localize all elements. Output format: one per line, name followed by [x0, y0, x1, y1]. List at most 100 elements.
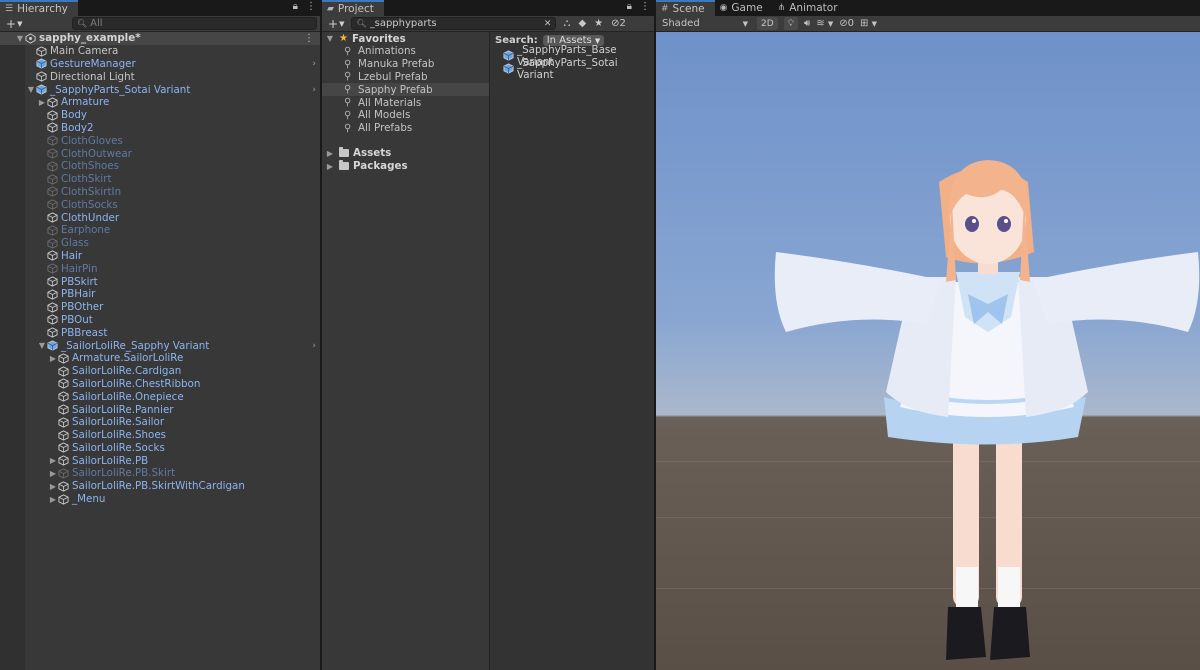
- hierarchy-row[interactable]: PBSkirt: [0, 275, 320, 288]
- hierarchy-row[interactable]: PBOut: [0, 314, 320, 327]
- hierarchy-row[interactable]: ▶ SailorLoliRe.PB: [0, 454, 320, 467]
- gameobject-cube-icon: [47, 199, 61, 211]
- hierarchy-row[interactable]: ClothGloves: [0, 134, 320, 147]
- hierarchy-row[interactable]: SailorLoliRe.Pannier: [0, 403, 320, 416]
- open-prefab-chevron-icon[interactable]: ›: [312, 59, 316, 69]
- hierarchy-row-label: SailorLoliRe.ChestRibbon: [72, 377, 201, 390]
- hierarchy-row[interactable]: ▼ sapphy_example* ⋮: [0, 32, 320, 45]
- hierarchy-row[interactable]: ClothOutwear: [0, 147, 320, 160]
- project-search-input[interactable]: [369, 18, 541, 29]
- tab-hierarchy[interactable]: ☰ Hierarchy: [0, 0, 78, 16]
- scene-viewport[interactable]: [656, 32, 1200, 670]
- hierarchy-row[interactable]: SailorLoliRe.Socks: [0, 442, 320, 455]
- hierarchy-row[interactable]: ClothSocks: [0, 198, 320, 211]
- lock-icon[interactable]: 🔒︎: [627, 1, 632, 12]
- search-result-label: _SapphyParts_Sotai Variant: [517, 56, 618, 81]
- gizmos-dropdown[interactable]: ⊞ ▼: [860, 18, 877, 29]
- project-root-folder[interactable]: ▶ Packages: [322, 160, 489, 173]
- hierarchy-row[interactable]: Directional Light: [0, 70, 320, 83]
- hierarchy-row[interactable]: GestureManager ›: [0, 58, 320, 71]
- favorite-item[interactable]: ⚲ Animations: [322, 45, 489, 58]
- hierarchy-row[interactable]: ClothSkirt: [0, 173, 320, 186]
- collapse-arrow-icon[interactable]: ▼: [26, 85, 36, 94]
- hierarchy-row[interactable]: SailorLoliRe.ChestRibbon: [0, 378, 320, 391]
- clear-search-icon[interactable]: ✕: [544, 19, 552, 29]
- hierarchy-row[interactable]: ▼ _SailorLoliRe_Sapphy Variant ›: [0, 339, 320, 352]
- hierarchy-row[interactable]: SailorLoliRe.Sailor: [0, 416, 320, 429]
- hierarchy-row[interactable]: Earphone: [0, 224, 320, 237]
- project-search[interactable]: 🔍︎ ✕: [351, 17, 557, 30]
- favorites-group[interactable]: ▼ ★ Favorites: [322, 32, 489, 45]
- search-by-type-icon[interactable]: ⛬: [563, 18, 570, 29]
- hierarchy-row[interactable]: PBHair: [0, 288, 320, 301]
- hierarchy-row[interactable]: ClothSkirtIn: [0, 186, 320, 199]
- hierarchy-row[interactable]: HairPin: [0, 262, 320, 275]
- tab-project[interactable]: ▰ Project: [322, 0, 384, 16]
- expand-arrow-icon[interactable]: ▶: [48, 354, 58, 363]
- expand-arrow-icon[interactable]: ▶: [325, 149, 335, 158]
- tab-game[interactable]: ◉ Game: [715, 0, 773, 16]
- hierarchy-row-label: PBBreast: [61, 326, 108, 339]
- hierarchy-row[interactable]: SailorLoliRe.Onepiece: [0, 390, 320, 403]
- scene-visibility-toggle[interactable]: ⊘0: [839, 18, 854, 29]
- collapse-arrow-icon[interactable]: ▼: [15, 34, 25, 43]
- hidden-packages-toggle[interactable]: ⊘2: [611, 18, 626, 29]
- tab-scene[interactable]: # Scene: [656, 0, 715, 16]
- hierarchy-row[interactable]: ▶ Armature.SailorLoliRe: [0, 352, 320, 365]
- hierarchy-row-label: ClothUnder: [61, 211, 120, 224]
- hierarchy-tabbar: ☰ Hierarchy 🔒︎ ⋮: [0, 0, 320, 16]
- favorite-star-icon[interactable]: ★: [594, 18, 603, 29]
- hierarchy-row[interactable]: ▶ SailorLoliRe.PB.SkirtWithCardigan: [0, 480, 320, 493]
- favorite-item[interactable]: ⚲ Manuka Prefab: [322, 58, 489, 71]
- hierarchy-search[interactable]: 🔍︎: [72, 17, 317, 30]
- hierarchy-row[interactable]: SailorLoliRe.Shoes: [0, 429, 320, 442]
- hierarchy-row[interactable]: Body: [0, 109, 320, 122]
- expand-arrow-icon[interactable]: ▼: [325, 34, 335, 43]
- hierarchy-row[interactable]: ▶ SailorLoliRe.PB.Skirt: [0, 467, 320, 480]
- 2d-toggle[interactable]: 2D: [757, 17, 778, 30]
- project-folder-tree: ▼ ★ Favorites ⚲ Animations ⚲ Manuka Prefab ⚲…: [322, 32, 490, 670]
- hierarchy-row[interactable]: ClothUnder: [0, 211, 320, 224]
- favorite-item[interactable]: ⚲ Lzebul Prefab: [322, 71, 489, 84]
- expand-arrow-icon[interactable]: ▶: [48, 469, 58, 478]
- project-add-button[interactable]: + ▼: [325, 17, 347, 31]
- hierarchy-row[interactable]: Glass: [0, 237, 320, 250]
- expand-arrow-icon[interactable]: ▶: [48, 495, 58, 504]
- open-prefab-chevron-icon[interactable]: ›: [312, 85, 316, 95]
- lighting-toggle[interactable]: 💡︎: [783, 17, 798, 30]
- collapse-arrow-icon[interactable]: ▼: [37, 341, 47, 350]
- hierarchy-row[interactable]: PBOther: [0, 301, 320, 314]
- hierarchy-row[interactable]: Body2: [0, 122, 320, 135]
- expand-arrow-icon[interactable]: ▶: [48, 482, 58, 491]
- avatar-model[interactable]: [656, 32, 1200, 670]
- audio-toggle-icon[interactable]: 🔊︎: [804, 18, 810, 29]
- hierarchy-row[interactable]: Hair: [0, 250, 320, 263]
- hierarchy-row[interactable]: ▶ _Menu: [0, 493, 320, 506]
- expand-arrow-icon[interactable]: ▶: [325, 162, 335, 171]
- favorite-item[interactable]: ⚲ Sapphy Prefab: [322, 83, 489, 97]
- hierarchy-search-input[interactable]: [90, 18, 312, 29]
- hierarchy-row[interactable]: Main Camera: [0, 45, 320, 58]
- expand-arrow-icon[interactable]: ▶: [37, 98, 47, 107]
- effects-dropdown[interactable]: ≋ ▼: [816, 18, 833, 29]
- project-root-folder[interactable]: ▶ Assets: [322, 147, 489, 160]
- favorite-item[interactable]: ⚲ All Materials: [322, 96, 489, 109]
- hierarchy-row[interactable]: PBBreast: [0, 326, 320, 339]
- hierarchy-row[interactable]: ▶ Armature: [0, 96, 320, 109]
- favorite-item[interactable]: ⚲ All Models: [322, 109, 489, 122]
- scene-menu-kebab-icon[interactable]: ⋮: [304, 33, 314, 44]
- hierarchy-row[interactable]: SailorLoliRe.Cardigan: [0, 365, 320, 378]
- hierarchy-add-button[interactable]: + ▼: [3, 17, 25, 31]
- kebab-menu-icon[interactable]: ⋮: [306, 1, 316, 12]
- expand-arrow-icon[interactable]: ▶: [48, 456, 58, 465]
- lock-icon[interactable]: 🔒︎: [293, 1, 298, 12]
- hierarchy-row[interactable]: ▼ _SapphyParts_Sotai Variant ›: [0, 83, 320, 96]
- open-prefab-chevron-icon[interactable]: ›: [312, 341, 316, 351]
- search-result-item[interactable]: _SapphyParts_Sotai Variant: [490, 57, 654, 81]
- favorite-item[interactable]: ⚲ All Prefabs: [322, 122, 489, 135]
- kebab-menu-icon[interactable]: ⋮: [640, 1, 650, 12]
- tab-animator[interactable]: ⋔ Animator: [773, 0, 848, 16]
- shading-mode-dropdown[interactable]: Shaded ▼: [659, 18, 751, 29]
- hierarchy-row[interactable]: ClothShoes: [0, 160, 320, 173]
- search-by-label-icon[interactable]: ◆: [578, 18, 586, 29]
